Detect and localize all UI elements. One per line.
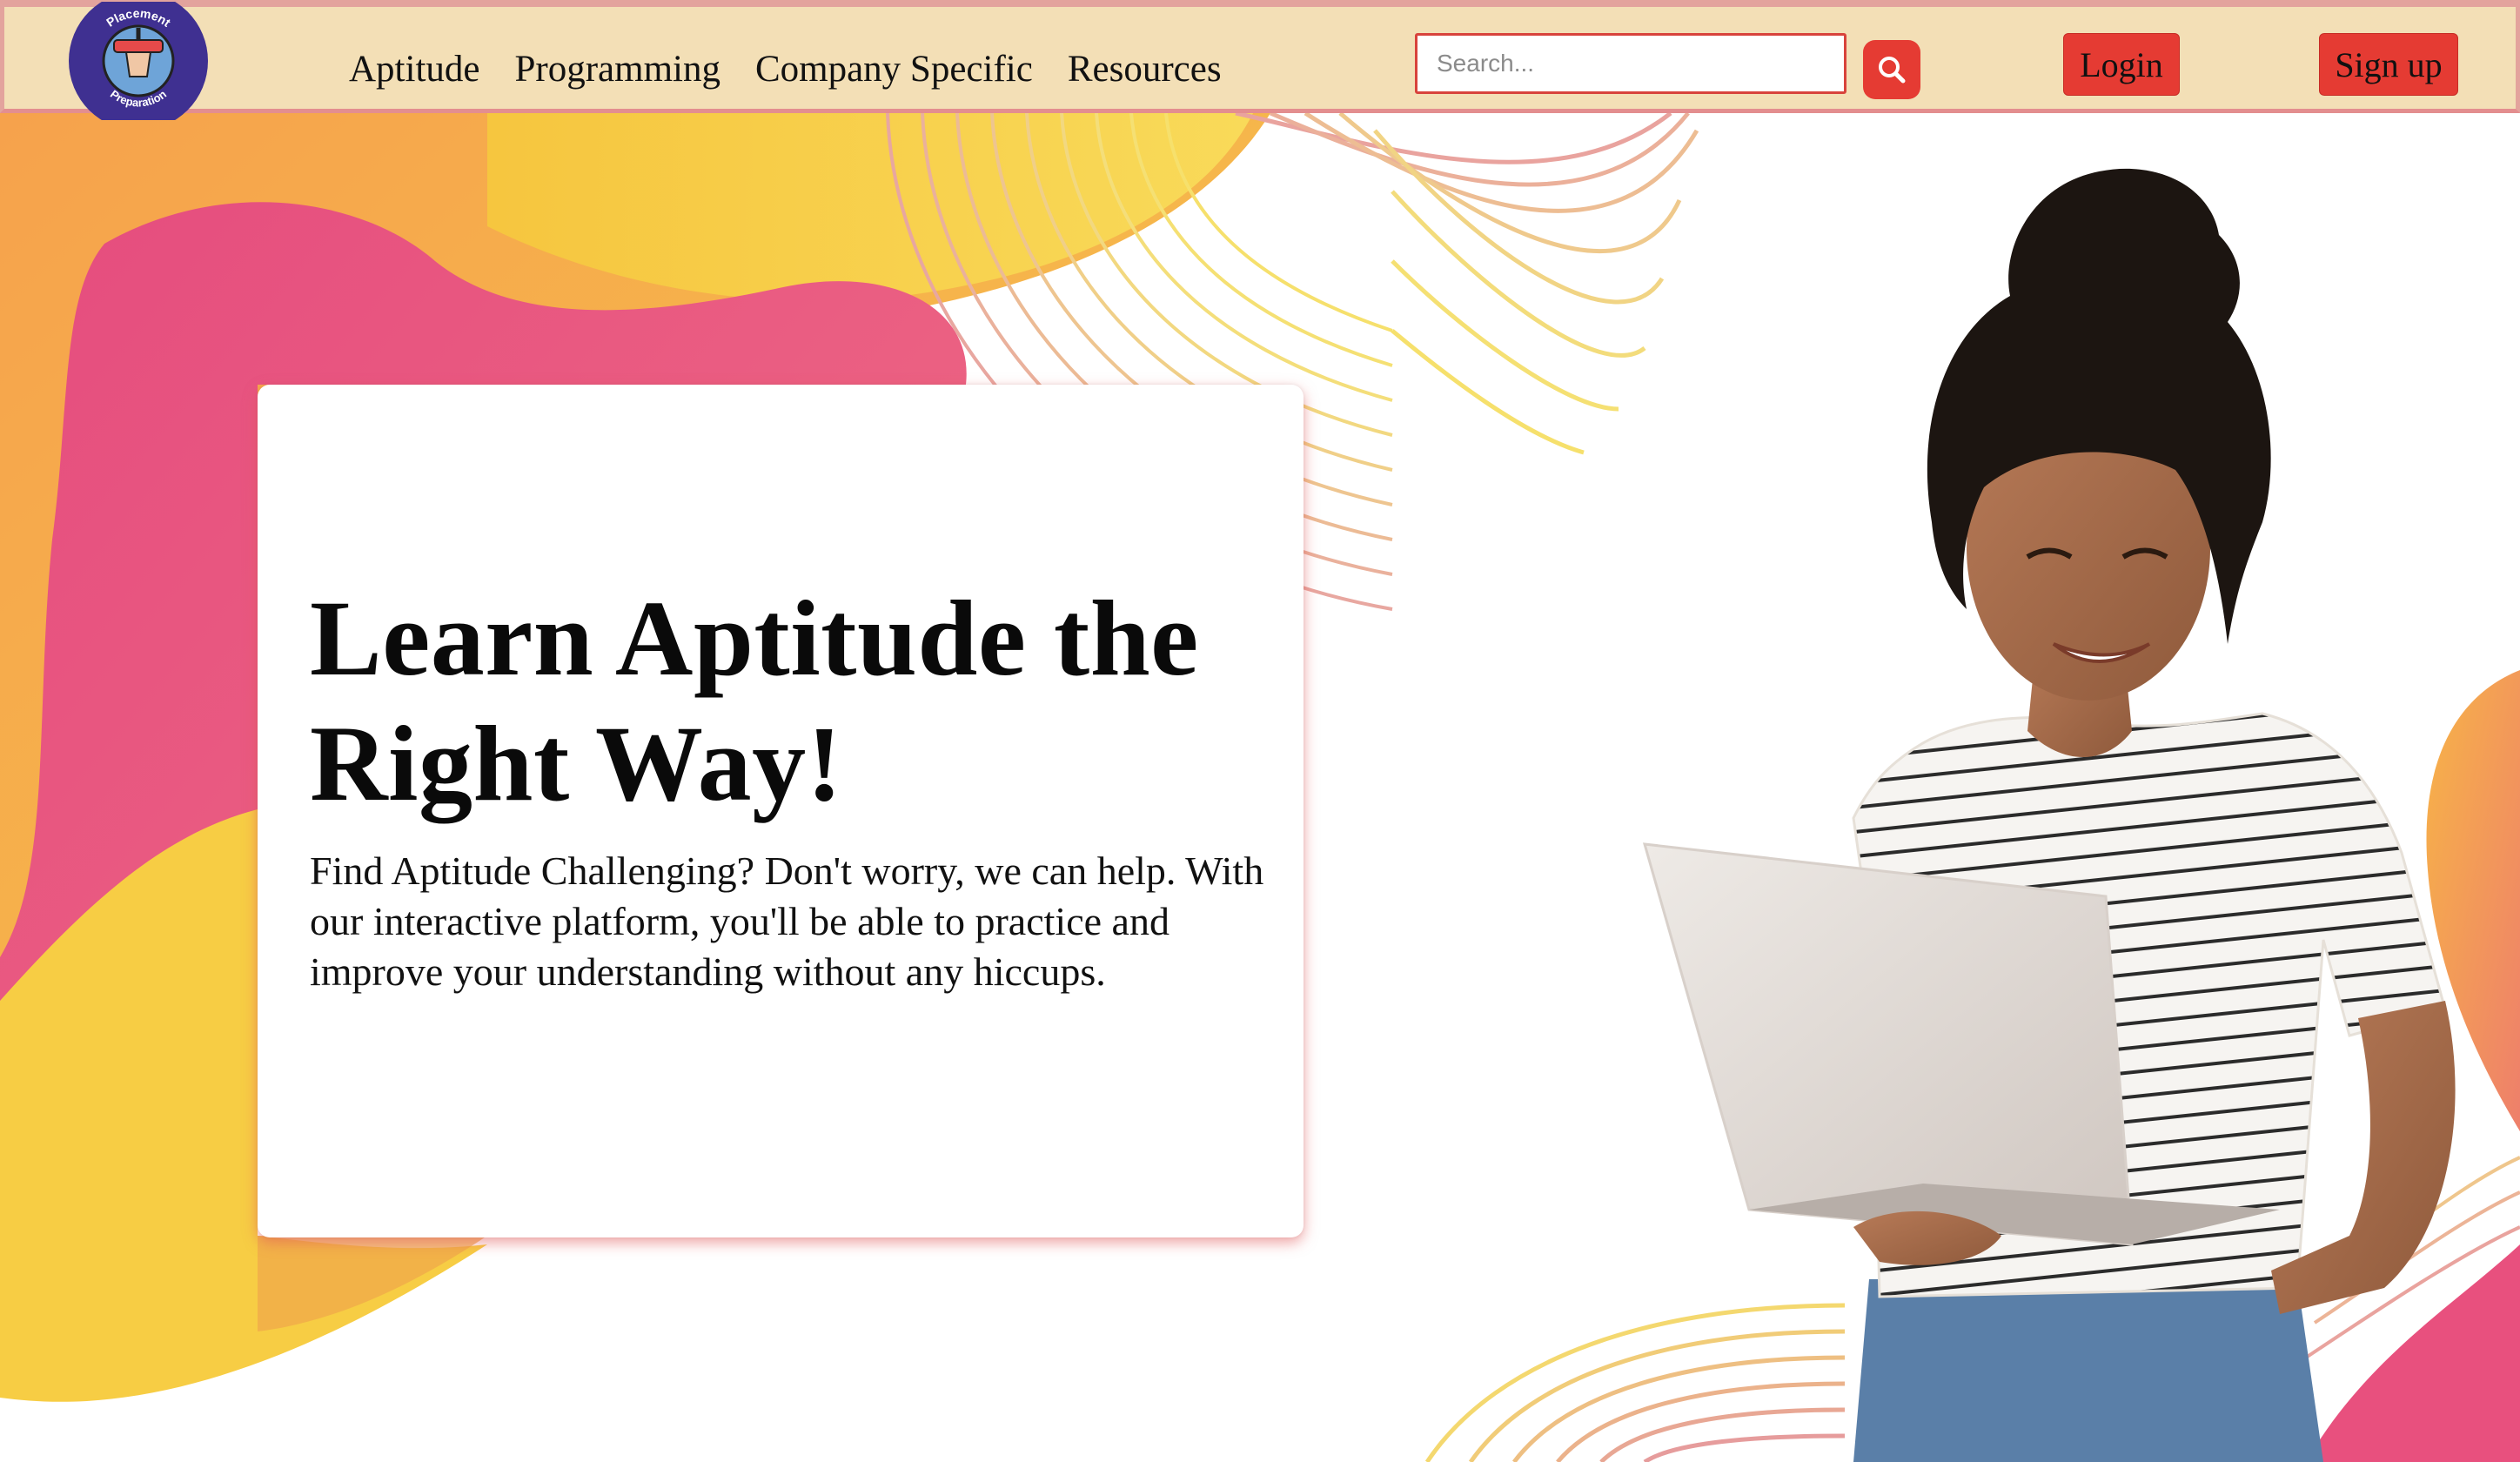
hero-description: Find Aptitude Challenging? Don't worry, … — [310, 848, 1264, 994]
main-nav: Aptitude Programming Company Specific Re… — [349, 45, 1257, 94]
search-icon — [1879, 57, 1906, 84]
hero-card: Learn Aptitude the Right Way! Find Aptit… — [258, 385, 1304, 1237]
hero-title: Learn Aptitude the Right Way! — [310, 579, 1199, 823]
top-navbar: Placement Preparation Aptitude Programmi… — [0, 0, 2520, 120]
nav-link-programming[interactable]: Programming — [514, 45, 720, 94]
search-button[interactable] — [1863, 40, 1920, 99]
search-input[interactable] — [1415, 33, 1846, 94]
nav-link-company-specific[interactable]: Company Specific — [755, 45, 1033, 94]
nav-link-aptitude[interactable]: Aptitude — [349, 45, 479, 94]
login-button[interactable]: Login — [2063, 33, 2180, 96]
signup-button[interactable]: Sign up — [2319, 33, 2458, 96]
nav-link-resources[interactable]: Resources — [1068, 45, 1222, 94]
placement-preparation-logo[interactable]: Placement Preparation — [67, 2, 210, 120]
woman-with-laptop-image — [1642, 168, 2456, 1462]
